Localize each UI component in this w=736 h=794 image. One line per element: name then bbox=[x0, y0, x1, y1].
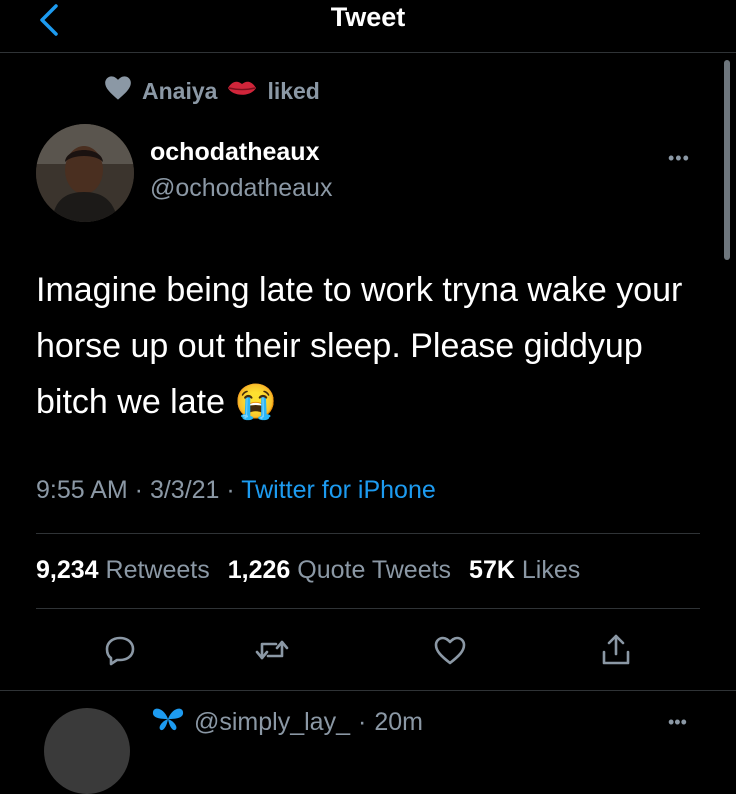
quotes-label: Quote Tweets bbox=[297, 556, 452, 584]
tweet-metadata: 9:55 AM · 3/3/21 · Twitter for iPhone bbox=[36, 476, 436, 504]
butterfly-icon bbox=[150, 706, 186, 739]
quotes-count: 1,226 bbox=[227, 556, 291, 584]
crying-emoji: 😭 bbox=[234, 383, 277, 421]
top-bar: Tweet bbox=[0, 0, 736, 53]
likes-stat[interactable]: 57K Likes bbox=[469, 556, 580, 585]
reply-time: 20m bbox=[374, 708, 423, 736]
likes-label: Likes bbox=[521, 556, 581, 584]
liked-by-user[interactable]: Anaiya bbox=[142, 78, 217, 105]
tweet-text: Imagine being late to work tryna wake yo… bbox=[36, 262, 716, 430]
retweets-label: Retweets bbox=[105, 556, 210, 584]
tweet-date: 3/3/21 bbox=[149, 476, 220, 504]
author-display-name[interactable]: ochodatheaux bbox=[150, 138, 319, 167]
reply-avatar[interactable] bbox=[44, 708, 130, 794]
more-icon[interactable]: ••• bbox=[668, 148, 690, 169]
tweet-time: 9:55 AM bbox=[36, 476, 128, 504]
like-icon[interactable] bbox=[430, 630, 470, 670]
tweet-body: Imagine being late to work tryna wake yo… bbox=[36, 271, 683, 421]
social-context: Anaiya liked bbox=[104, 74, 320, 108]
liked-action: liked bbox=[267, 77, 320, 104]
likes-count: 57K bbox=[469, 556, 515, 584]
retweets-stat[interactable]: 9,234 Retweets bbox=[36, 556, 210, 585]
tweet-stats: 9,234 Retweets 1,226 Quote Tweets 57K Li… bbox=[36, 556, 580, 585]
divider bbox=[36, 533, 700, 534]
reply-handle[interactable]: @simply_lay_ bbox=[194, 708, 350, 737]
quotes-stat[interactable]: 1,226 Quote Tweets bbox=[228, 556, 451, 585]
avatar[interactable] bbox=[36, 124, 134, 222]
tweet-source-link[interactable]: Twitter for iPhone bbox=[241, 476, 436, 504]
divider bbox=[36, 608, 700, 609]
share-icon[interactable] bbox=[596, 630, 636, 670]
reply-icon[interactable] bbox=[100, 630, 140, 670]
lips-icon bbox=[227, 78, 257, 105]
divider bbox=[0, 690, 736, 691]
retweets-count: 9,234 bbox=[36, 556, 99, 584]
scrollbar[interactable] bbox=[724, 60, 730, 260]
retweet-icon[interactable] bbox=[252, 630, 292, 670]
author-handle[interactable]: @ochodatheaux bbox=[150, 174, 332, 203]
heart-icon bbox=[104, 75, 132, 107]
more-icon[interactable]: ••• bbox=[668, 712, 687, 733]
page-title: Tweet bbox=[330, 2, 406, 32]
reply-header: @simply_lay_ · 20m bbox=[150, 706, 423, 739]
